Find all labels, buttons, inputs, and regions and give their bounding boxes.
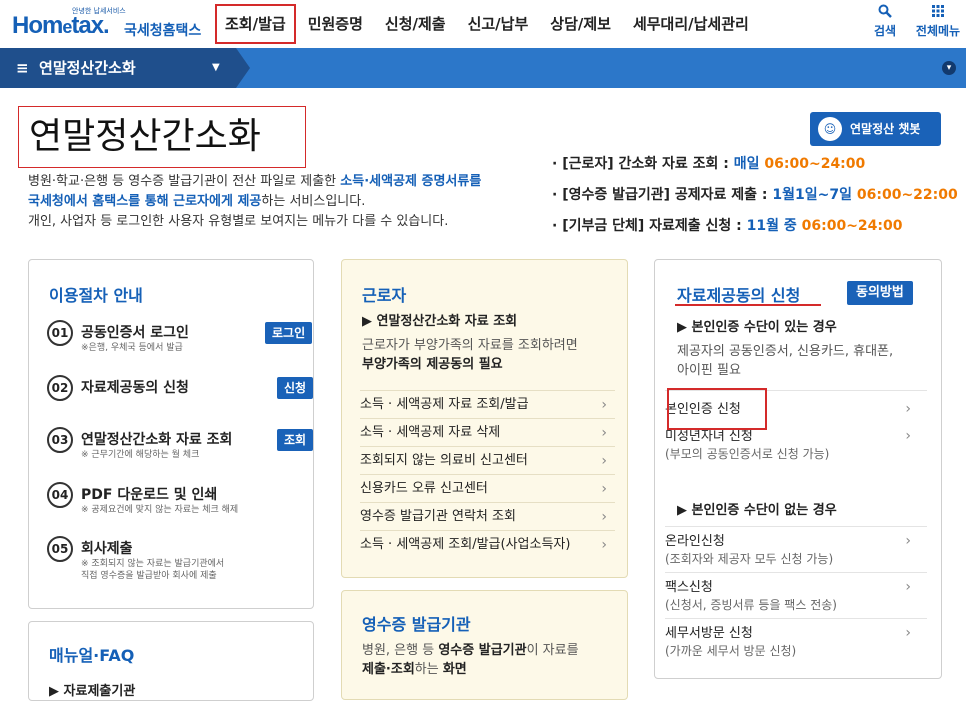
issuer-title: 영수증 발급기관 (362, 615, 471, 634)
chatbot-button[interactable]: ☺ 연말정산 챗봇 (810, 112, 941, 146)
chatbot-icon: ☺ (818, 117, 842, 141)
link-business-income[interactable]: 소득 · 세액공제 조회/발급(사업소득자) › (360, 530, 615, 558)
consent-panel: 자료제공동의 신청 동의방법 ▶ 본인인증 수단이 있는 경우 제공자의 공동인… (654, 259, 942, 679)
gnb-consult-report[interactable]: 상담/제보 (540, 4, 621, 44)
search-button[interactable]: 검색 (864, 4, 906, 39)
link-deduction-inquiry[interactable]: 소득 · 세액공제 자료 조회/발급 › (360, 390, 615, 418)
caret-down-icon: ▼ (212, 62, 220, 73)
worker-panel: 근로자 ▶ 연말정산간소화 자료 조회 근로자가 부양가족의 자료를 조회하려면… (341, 259, 628, 578)
all-menu-label: 전체메뉴 (915, 24, 961, 38)
issuer-desc: 병원, 은행 등 영수증 발급기관이 자료를 제출·조회하는 화면 (362, 643, 579, 677)
logo-wordmark: Hometax. (12, 12, 110, 39)
manual-panel: 매뉴얼·FAQ ▶ 자료제출기관 (28, 621, 314, 701)
subbar-arrow-decoration (236, 48, 250, 88)
manual-item[interactable]: ▶ 자료제출기관 (49, 680, 135, 699)
link-issuer-contact[interactable]: 영수증 발급기관 연락처 조회 › (360, 502, 615, 530)
hometax-logo[interactable]: 안녕한 납세서비스 Hometax. 국세청홈택스 (12, 6, 201, 42)
worker-desc: 근로자가 부양가족의 자료를 조회하려면 부양가족의 제공동의 필요 (362, 338, 578, 372)
gnb-certificates[interactable]: 민원증명 (298, 4, 373, 44)
worker-subhead: ▶ 연말정산간소화 자료 조회 (362, 314, 518, 329)
chevron-right-icon: › (905, 428, 911, 444)
schedule-worker: · [근로자] 간소화 자료 조회 : 매일 06:00~24:00 (552, 156, 866, 172)
chevron-right-icon: › (905, 625, 911, 641)
schedule-list: · [근로자] 간소화 자료 조회 : 매일 06:00~24:00 · [영수… (552, 154, 958, 247)
consent-sub2: ▶ 본인인증 수단이 없는 경우 (677, 503, 837, 518)
worker-title: 근로자 (362, 286, 407, 305)
manual-title: 매뉴얼·FAQ (49, 646, 135, 665)
expand-toggle-icon[interactable]: ▾ (942, 61, 956, 75)
gnb-tax-agent[interactable]: 세무대리/납세관리 (623, 4, 759, 44)
chevron-right-icon: › (601, 425, 607, 441)
intro-text: 병원·학교·은행 등 영수증 발급기관이 전산 파일로 제출한 소득·세액공제 … (28, 174, 482, 229)
hamburger-icon: ≡ (16, 59, 29, 77)
worker-links: 소득 · 세액공제 자료 조회/발급 › 소득 · 세액공제 자료 삭제 › 조회되… (360, 390, 615, 558)
chevron-right-icon: › (905, 579, 911, 595)
grid-icon (910, 4, 966, 22)
consent-method-button[interactable]: 동의방법 (847, 281, 913, 305)
link-fax[interactable]: 팩스신청 (신청서, 증빙서류 등을 팩스 전송) › (665, 572, 927, 616)
link-card-error[interactable]: 신용카드 오류 신고센터 › (360, 474, 615, 502)
schedule-issuer: · [영수증 발급기관] 공제자료 제출 : 1월1일~7일 06:00~22:… (552, 187, 958, 203)
current-menu-label: ≡ 연말정산간소화 (16, 59, 136, 77)
chatbot-label: 연말정산 챗봇 (850, 122, 921, 136)
current-menu-dropdown[interactable]: ≡ 연말정산간소화 ▼ (0, 48, 236, 88)
apply-button[interactable]: 신청 (277, 377, 314, 399)
chevron-right-icon: › (601, 481, 607, 497)
link-minor-child[interactable]: 미성년자녀 신청 (부모의 공동인증서로 신청 가능) › (665, 426, 927, 466)
gnb-application[interactable]: 신청/제출 (375, 4, 456, 44)
gnb-filing-payment[interactable]: 신고/납부 (458, 4, 539, 44)
all-menu-button[interactable]: 전체메뉴 (910, 4, 966, 39)
consent-title: 자료제공동의 신청 (677, 286, 801, 305)
chevron-right-icon: › (905, 401, 911, 417)
login-button[interactable]: 로그인 (265, 322, 313, 344)
consent-sub1: ▶ 본인인증 수단이 있는 경우 (677, 320, 837, 335)
consent-desc: 제공자의 공동인증서, 신용카드, 휴대폰, 아이핀 필요 (677, 344, 894, 378)
title-underline (675, 304, 821, 306)
chevron-right-icon: › (601, 537, 607, 553)
sub-nav-bar: ≡ 연말정산간소화 ▼ ▾ (0, 48, 966, 88)
global-nav: 조회/발급 민원증명 신청/제출 신고/납부 상담/제보 세무대리/납세관리 (215, 4, 761, 44)
inquiry-button[interactable]: 조회 (277, 429, 314, 451)
gnb-inquiry-issue[interactable]: 조회/발급 (215, 4, 296, 44)
procedure-title: 이용절차 안내 (49, 286, 143, 305)
procedure-panel: 이용절차 안내 01 공동인증서 로그인 ※은행, 우체국 등에서 발급 로그인… (28, 259, 314, 609)
schedule-donation: · [기부금 단체] 자료제출 신청 : 11월 중 06:00~24:00 (552, 218, 903, 234)
chevron-right-icon: › (601, 509, 607, 525)
search-label: 검색 (873, 24, 897, 38)
link-tax-office[interactable]: 세무서방문 신청 (가까운 세무서 방문 신청) › (665, 618, 927, 662)
chevron-right-icon: › (905, 533, 911, 549)
issuer-panel: 영수증 발급기관 병원, 은행 등 영수증 발급기관이 자료를 제출·조회하는 … (341, 590, 628, 700)
top-header: 안녕한 납세서비스 Hometax. 국세청홈택스 조회/발급 민원증명 신청/… (0, 0, 966, 48)
link-online[interactable]: 온라인신청 (조회자와 제공자 모두 신청 가능) › (665, 526, 927, 570)
chevron-right-icon: › (601, 397, 607, 413)
link-deduction-delete[interactable]: 소득 · 세액공제 자료 삭제 › (360, 418, 615, 446)
search-icon (864, 4, 906, 22)
page-title: 연말정산간소화 (18, 106, 306, 168)
link-medical-report[interactable]: 조회되지 않는 의료비 신고센터 › (360, 446, 615, 474)
logo-korean: 국세청홈택스 (124, 23, 202, 39)
chevron-right-icon: › (601, 453, 607, 469)
highlight-box (667, 388, 767, 430)
